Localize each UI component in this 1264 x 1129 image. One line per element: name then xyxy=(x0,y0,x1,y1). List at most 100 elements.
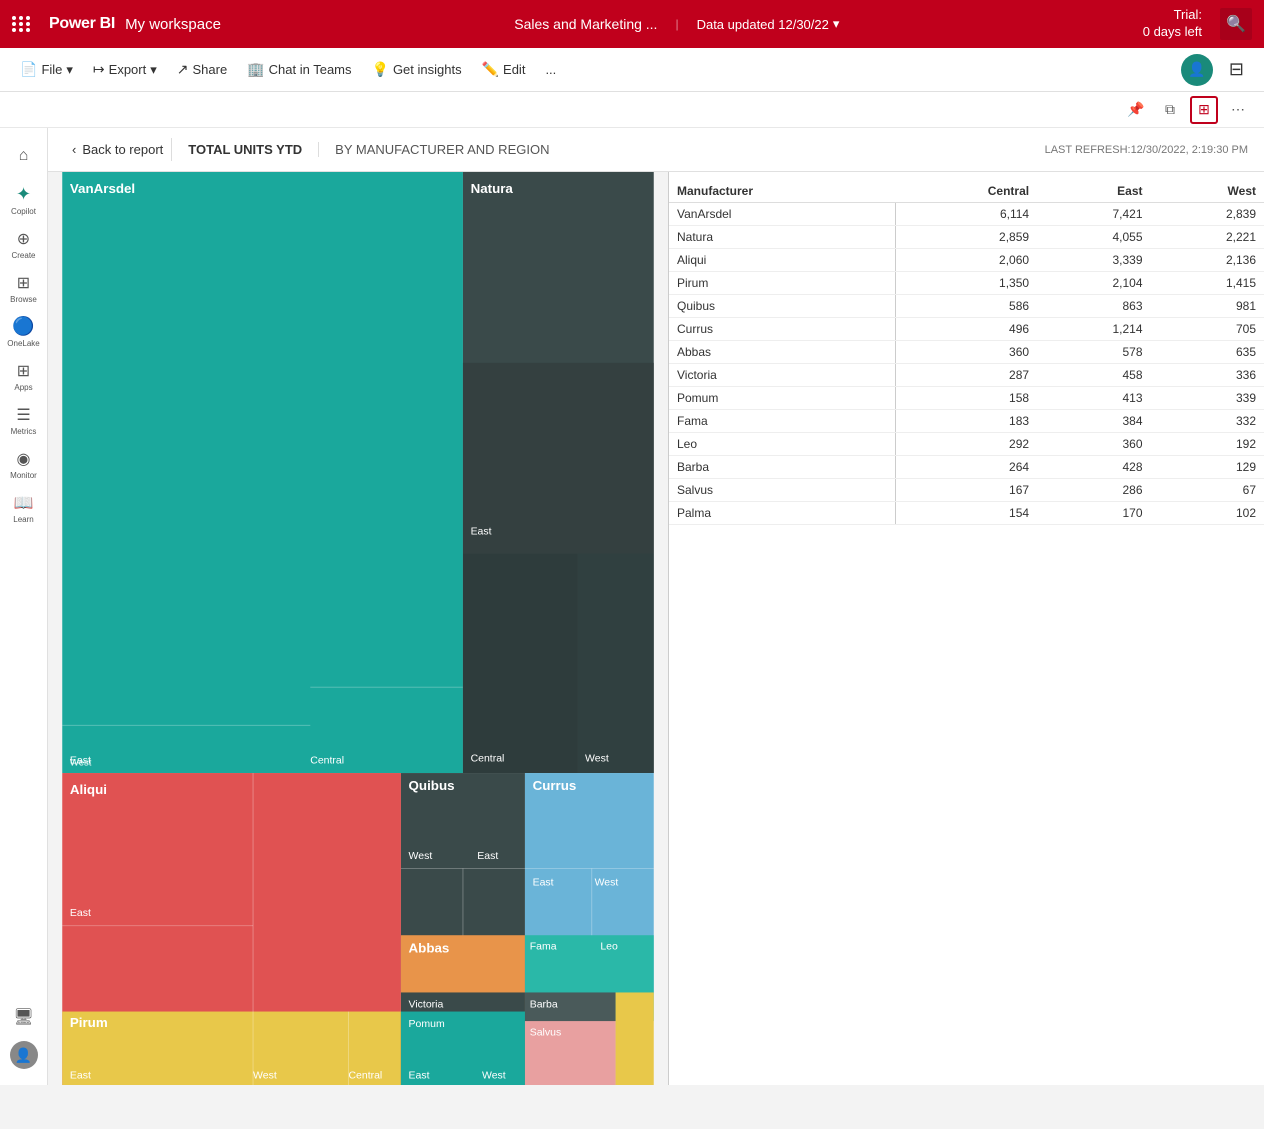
chat-in-teams-button[interactable]: 🏢 Chat in Teams xyxy=(239,57,359,82)
sidebar-item-metrics[interactable]: ☰ Metrics xyxy=(4,400,44,440)
manufacturer-data-table: Manufacturer Central East West VanArsdel… xyxy=(669,180,1264,525)
sidebar-item-monitor[interactable]: ◉ Monitor xyxy=(4,444,44,484)
cell-west: 332 xyxy=(1151,410,1264,433)
copilot-label: Copilot xyxy=(11,207,36,216)
data-table-panel: Manufacturer Central East West VanArsdel… xyxy=(668,172,1264,1085)
panel-toggle-button[interactable]: ⊟ xyxy=(1221,55,1252,84)
search-button[interactable]: 🔍 xyxy=(1220,8,1252,40)
small-yellow-block xyxy=(616,992,654,1085)
table-row[interactable]: Salvus 167 286 67 xyxy=(669,479,1264,502)
natura-central-block xyxy=(463,554,577,773)
visual-content-area: VanArsdel East Central West Natura East xyxy=(48,172,1264,1085)
cell-west: 192 xyxy=(1151,433,1264,456)
share-button[interactable]: ↗ Share xyxy=(169,57,235,82)
report-title: Sales and Marketing ... xyxy=(514,16,657,32)
sidebar-item-apps[interactable]: ⊞ Apps xyxy=(4,356,44,396)
cell-central: 167 xyxy=(896,479,1037,502)
back-arrow-icon: ‹ xyxy=(72,142,76,157)
cell-central: 154 xyxy=(896,502,1037,525)
user-profile-avatar[interactable]: 👤 xyxy=(10,1041,38,1069)
table-row[interactable]: Barba 264 428 129 xyxy=(669,456,1264,479)
cell-east: 3,339 xyxy=(1037,249,1150,272)
desktop-icon: 🖥 xyxy=(13,1007,33,1027)
chevron-down-icon: ▾ xyxy=(833,16,840,32)
sidebar-item-desktop[interactable]: 🖥 xyxy=(4,997,44,1037)
table-row[interactable]: VanArsdel 6,114 7,421 2,839 xyxy=(669,203,1264,226)
more-options-button[interactable]: ... xyxy=(537,58,564,81)
browse-label: Browse xyxy=(10,295,37,304)
table-row[interactable]: Aliqui 2,060 3,339 2,136 xyxy=(669,249,1264,272)
table-row[interactable]: Palma 154 170 102 xyxy=(669,502,1264,525)
refresh-label: Data updated 12/30/22 xyxy=(697,17,829,32)
sub-toolbar: 📌 ⧉ ⊞ ⋯ xyxy=(0,92,1264,128)
col-west: West xyxy=(1151,180,1264,203)
workspace-name[interactable]: My workspace xyxy=(125,16,221,33)
treemap-visual[interactable]: VanArsdel East Central West Natura East xyxy=(48,172,668,1085)
pin-button[interactable]: 📌 xyxy=(1122,96,1150,124)
focus-mode-button[interactable]: ⊞ xyxy=(1190,96,1218,124)
chevron-down-icon: ▾ xyxy=(66,62,73,78)
sidebar-item-home[interactable]: ⌂ xyxy=(4,136,44,176)
sidebar-item-learn[interactable]: 📖 Learn xyxy=(4,488,44,528)
table-row[interactable]: Pomum 158 413 339 xyxy=(669,387,1264,410)
share-label: Share xyxy=(193,62,228,77)
table-row[interactable]: Currus 496 1,214 705 xyxy=(669,318,1264,341)
create-icon: ⊕ xyxy=(17,229,30,249)
sidebar-item-copilot[interactable]: ✦ Copilot xyxy=(4,180,44,220)
onelake-label: OneLake xyxy=(7,339,39,348)
get-insights-button[interactable]: 💡 Get insights xyxy=(364,57,470,82)
cell-east: 458 xyxy=(1037,364,1150,387)
create-label: Create xyxy=(11,251,35,260)
cell-manufacturer: Natura xyxy=(669,226,896,249)
cell-manufacturer: Leo xyxy=(669,433,896,456)
top-navigation-bar: Power BI My workspace Sales and Marketin… xyxy=(0,0,1264,48)
table-row[interactable]: Victoria 287 458 336 xyxy=(669,364,1264,387)
cell-manufacturer: Currus xyxy=(669,318,896,341)
edit-button[interactable]: ✏️ Edit xyxy=(474,57,534,82)
more-visual-options-button[interactable]: ⋯ xyxy=(1224,96,1252,124)
user-avatar[interactable]: 👤 xyxy=(1181,54,1213,86)
share-icon: ↗ xyxy=(177,61,189,78)
cell-east: 170 xyxy=(1037,502,1150,525)
cell-west: 635 xyxy=(1151,341,1264,364)
sidebar-item-onelake[interactable]: 🔵 OneLake xyxy=(4,312,44,352)
apps-launcher[interactable] xyxy=(12,16,31,32)
cell-manufacturer: Barba xyxy=(669,456,896,479)
cell-west: 102 xyxy=(1151,502,1264,525)
cell-east: 863 xyxy=(1037,295,1150,318)
copy-button[interactable]: ⧉ xyxy=(1156,96,1184,124)
chevron-down-icon: ▾ xyxy=(150,62,157,78)
cell-central: 2,060 xyxy=(896,249,1037,272)
copilot-icon: ✦ xyxy=(16,184,31,205)
sidebar-item-browse[interactable]: ⊞ Browse xyxy=(4,268,44,308)
table-row[interactable]: Abbas 360 578 635 xyxy=(669,341,1264,364)
back-to-report-button[interactable]: ‹ Back to report xyxy=(64,138,172,161)
metrics-icon: ☰ xyxy=(16,405,30,425)
table-row[interactable]: Leo 292 360 192 xyxy=(669,433,1264,456)
chat-label: Chat in Teams xyxy=(269,62,352,77)
cell-manufacturer: Pirum xyxy=(669,272,896,295)
browse-icon: ⊞ xyxy=(17,273,30,293)
pirum-block xyxy=(62,1012,401,1085)
cell-manufacturer: Victoria xyxy=(669,364,896,387)
cell-west: 129 xyxy=(1151,456,1264,479)
table-row[interactable]: Natura 2,859 4,055 2,221 xyxy=(669,226,1264,249)
vanarsdel-block xyxy=(62,172,463,773)
table-row[interactable]: Pirum 1,350 2,104 1,415 xyxy=(669,272,1264,295)
edit-label: Edit xyxy=(503,62,525,77)
cell-east: 286 xyxy=(1037,479,1150,502)
table-row[interactable]: Fama 183 384 332 xyxy=(669,410,1264,433)
app-logo: Power BI xyxy=(49,15,115,33)
file-button[interactable]: 📄 File ▾ xyxy=(12,57,81,82)
export-button[interactable]: ↦ Export ▾ xyxy=(85,57,165,82)
refresh-status[interactable]: Data updated 12/30/22 ▾ xyxy=(697,16,840,32)
content-panel: ‹ Back to report TOTAL UNITS YTD BY MANU… xyxy=(48,128,1264,1085)
cell-central: 2,859 xyxy=(896,226,1037,249)
treemap-svg: VanArsdel East Central West Natura East xyxy=(48,172,668,1085)
cell-central: 292 xyxy=(896,433,1037,456)
apps-icon: ⊞ xyxy=(17,361,30,381)
cell-central: 264 xyxy=(896,456,1037,479)
table-row[interactable]: Quibus 586 863 981 xyxy=(669,295,1264,318)
sidebar-item-create[interactable]: ⊕ Create xyxy=(4,224,44,264)
cell-manufacturer: Salvus xyxy=(669,479,896,502)
